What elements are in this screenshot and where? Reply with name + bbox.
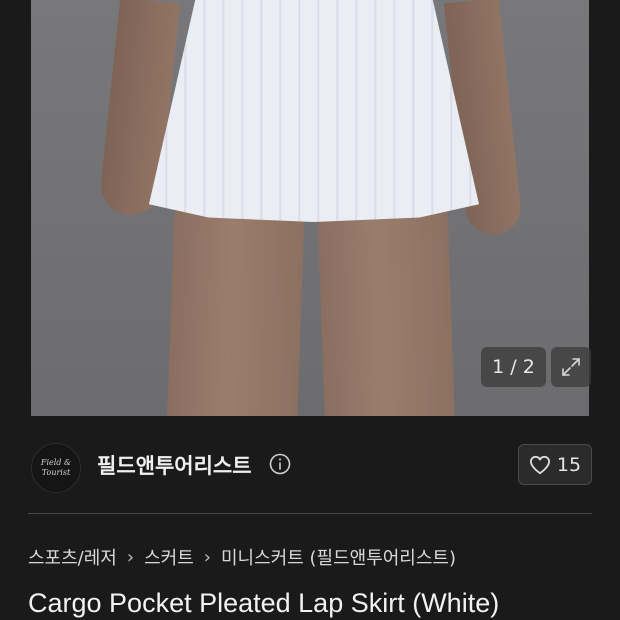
image-counter: 1 / 2 <box>481 347 546 387</box>
chevron-right-icon: › <box>126 546 135 568</box>
brand-logo-line2: Tourist <box>41 468 71 477</box>
breadcrumb: 스포츠/레저 › 스커트 › 미니스커트 (필드앤투어리스트) <box>28 544 456 570</box>
brand-row: Field & Tourist 필드앤투어리스트 15 <box>0 420 620 510</box>
brand-logo[interactable]: Field & Tourist <box>31 443 81 493</box>
breadcrumb-item-skirt[interactable]: 스커트 <box>144 544 194 570</box>
chevron-right-icon: › <box>203 546 211 568</box>
expand-icon <box>562 358 580 376</box>
brand-name[interactable]: 필드앤투어리스트 <box>97 450 252 480</box>
divider <box>28 513 592 514</box>
expand-button[interactable] <box>551 347 591 387</box>
pleated-skirt <box>149 0 479 222</box>
like-button[interactable]: 15 <box>518 444 592 485</box>
info-icon[interactable] <box>269 453 291 475</box>
product-title: Cargo Pocket Pleated Lap Skirt (White) <box>28 588 500 618</box>
breadcrumb-item-sports[interactable]: 스포츠/레저 <box>28 544 117 570</box>
heart-icon <box>529 455 550 474</box>
like-count: 15 <box>556 453 582 476</box>
brand-logo-line1: Field & <box>40 458 72 467</box>
breadcrumb-item-miniskirt[interactable]: 미니스커트 (필드앤투어리스트) <box>221 544 456 570</box>
